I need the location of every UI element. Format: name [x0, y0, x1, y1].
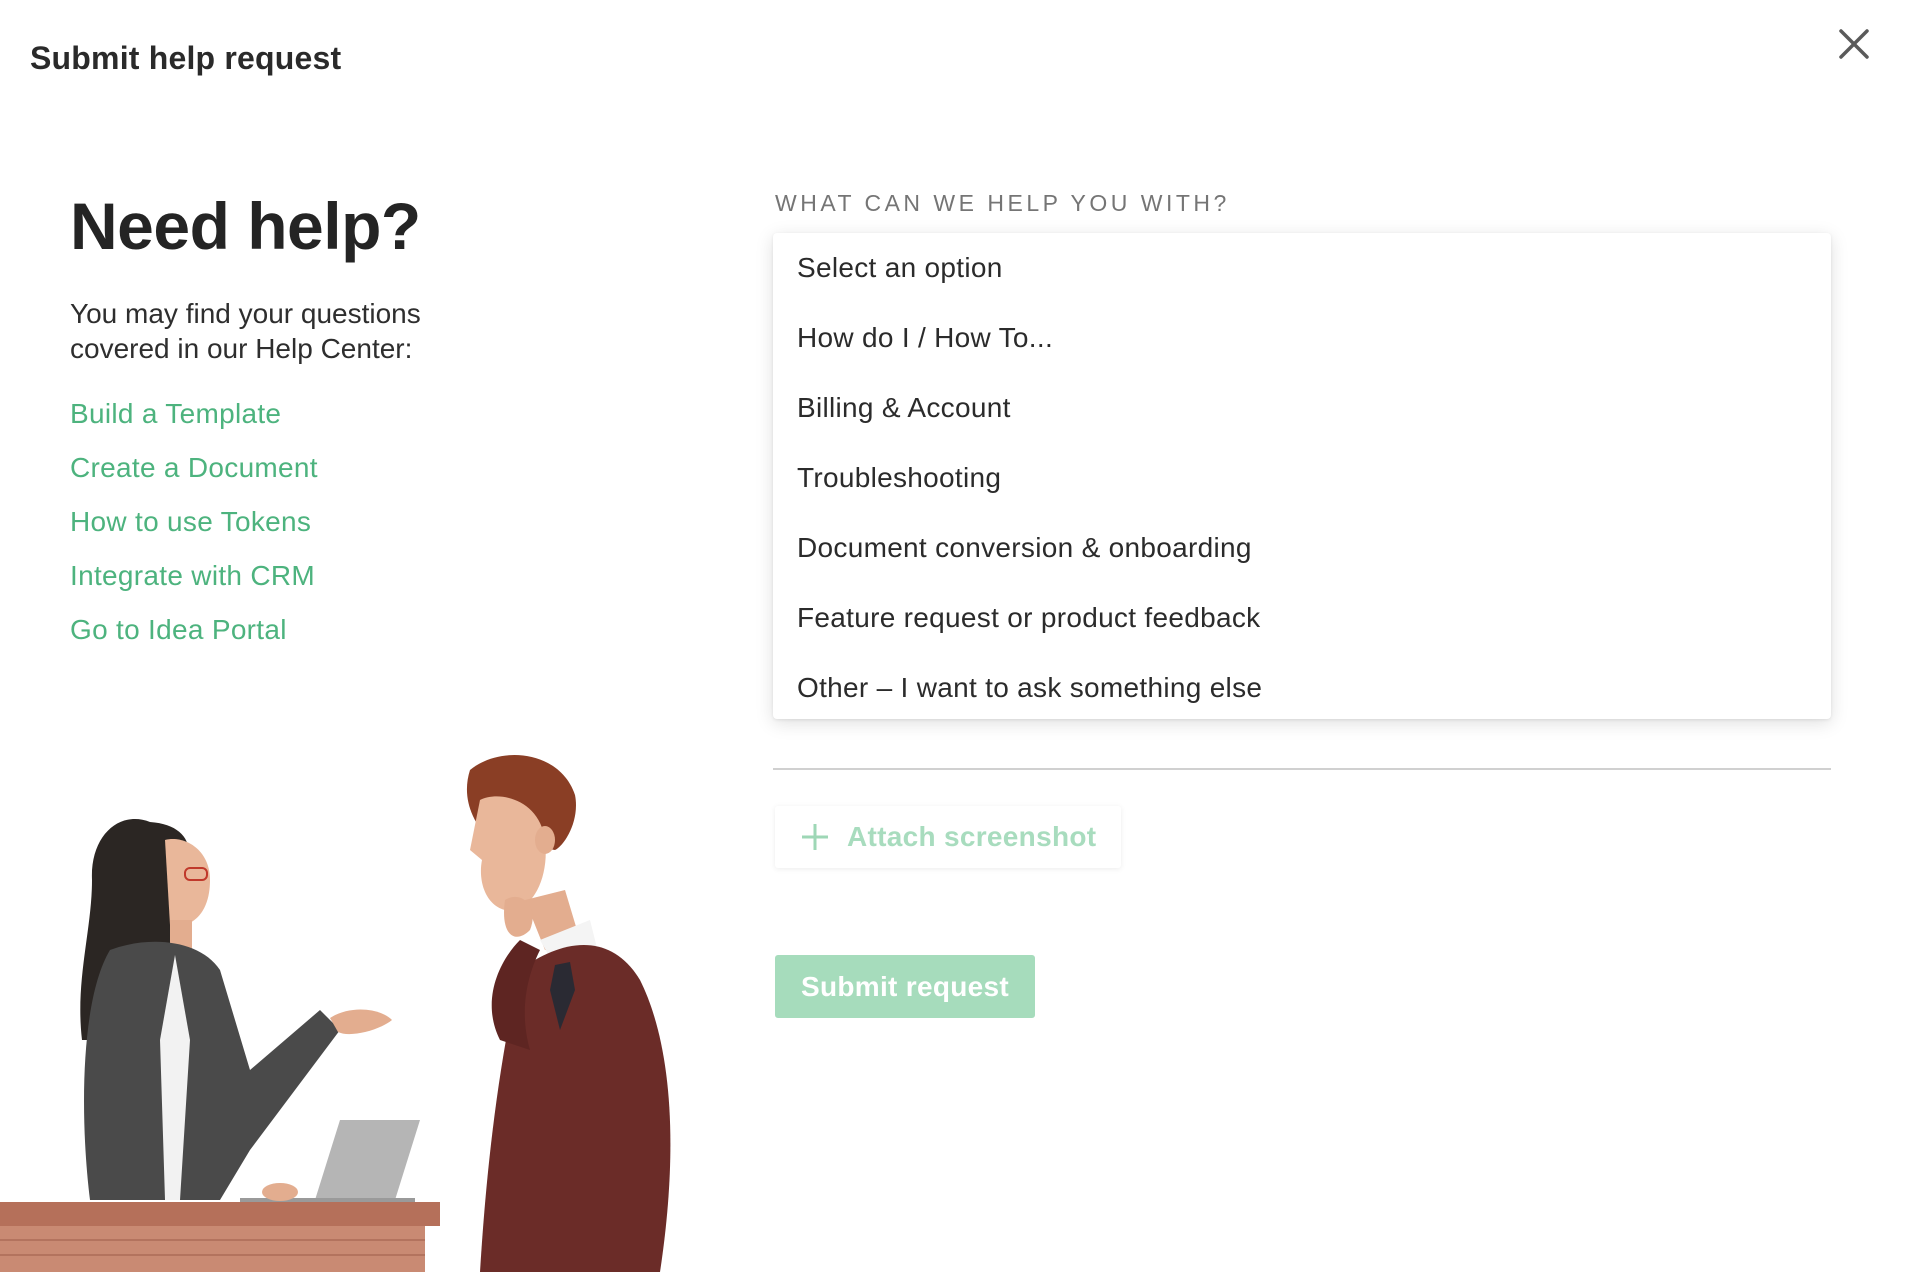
intro-text: You may find your questions covered in o…: [70, 298, 421, 364]
topic-field-label: WHAT CAN WE HELP YOU WITH?: [775, 190, 1230, 216]
modal-title: Submit help request: [30, 40, 342, 76]
help-center-links: Build a Template Create a Document How t…: [70, 398, 318, 668]
help-link-create-document[interactable]: Create a Document: [70, 452, 318, 483]
laptop: [315, 1120, 420, 1200]
help-link-item: Build a Template: [70, 398, 318, 452]
dropdown-option-troubleshooting[interactable]: Troubleshooting: [773, 453, 1831, 523]
page-heading: Need help?: [70, 189, 421, 263]
plus-icon: [802, 824, 828, 850]
dropdown-option-select[interactable]: Select an option: [773, 243, 1831, 313]
dropdown-option-feature-request[interactable]: Feature request or product feedback: [773, 593, 1831, 663]
help-link-item: Create a Document: [70, 452, 318, 506]
dropdown-option-billing[interactable]: Billing & Account: [773, 383, 1831, 453]
help-link-build-template[interactable]: Build a Template: [70, 398, 281, 429]
help-link-crm[interactable]: Integrate with CRM: [70, 560, 315, 591]
topic-dropdown-menu: Select an option How do I / How To... Bi…: [773, 233, 1831, 719]
close-button[interactable]: [1836, 26, 1872, 62]
attach-screenshot-label: Attach screenshot: [847, 821, 1097, 852]
dropdown-option-how-to[interactable]: How do I / How To...: [773, 313, 1831, 383]
desk: [0, 1202, 440, 1226]
help-link-item: Go to Idea Portal: [70, 614, 318, 668]
help-link-tokens[interactable]: How to use Tokens: [70, 506, 311, 537]
attach-screenshot-button[interactable]: Attach screenshot: [775, 806, 1121, 868]
help-link-item: Integrate with CRM: [70, 560, 318, 614]
help-link-idea-portal[interactable]: Go to Idea Portal: [70, 614, 287, 645]
field-underline: [773, 768, 1831, 770]
woman-face: [165, 839, 210, 925]
close-icon: [1839, 29, 1869, 59]
dropdown-option-document-conversion[interactable]: Document conversion & onboarding: [773, 523, 1831, 593]
help-link-item: How to use Tokens: [70, 506, 318, 560]
woman-jacket: [84, 941, 340, 1200]
submit-request-button[interactable]: Submit request: [775, 955, 1035, 1018]
two-people-at-desk-illustration: [0, 755, 671, 1272]
dropdown-option-other[interactable]: Other – I want to ask something else: [773, 663, 1831, 733]
help-request-modal: Submit help request Need help? You may f…: [0, 0, 1910, 1272]
